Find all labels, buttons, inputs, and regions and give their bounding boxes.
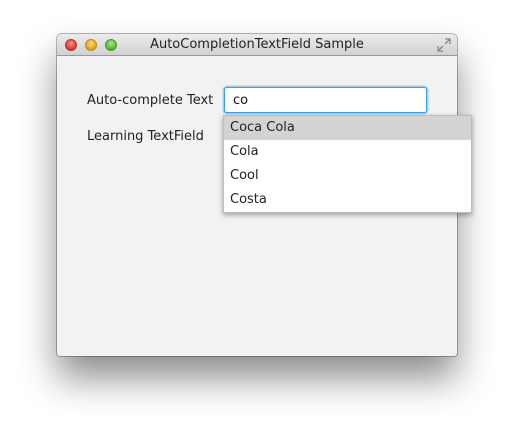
suggestion-item[interactable]: Cool <box>224 164 471 188</box>
title-bar[interactable]: AutoCompletionTextField Sample <box>57 34 457 56</box>
autocomplete-suggestions-popup: Coca Cola Cola Cool Costa <box>223 115 472 213</box>
autocomplete-input[interactable] <box>224 87 427 113</box>
suggestion-item[interactable]: Coca Cola <box>224 116 471 140</box>
suggestion-item[interactable]: Cola <box>224 140 471 164</box>
learning-textfield-label: Learning TextField <box>87 129 204 144</box>
app-window: AutoCompletionTextField Sample Auto-comp… <box>57 34 472 356</box>
fullscreen-icon[interactable] <box>437 38 451 52</box>
window-title: AutoCompletionTextField Sample <box>150 37 364 52</box>
suggestion-item[interactable]: Costa <box>224 188 471 212</box>
autocomplete-label: Auto-complete Text <box>87 93 214 108</box>
